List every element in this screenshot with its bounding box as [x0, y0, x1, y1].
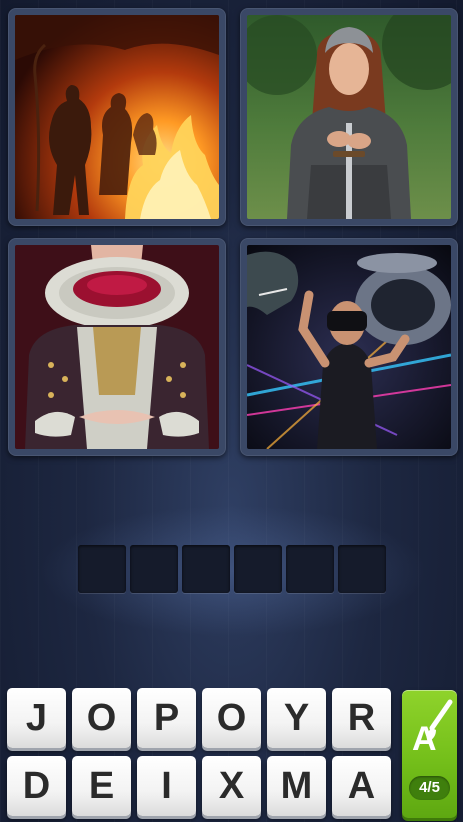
answer-slot[interactable] [78, 545, 126, 593]
answer-slot[interactable] [182, 545, 230, 593]
letter-tile[interactable]: E [72, 756, 131, 816]
letter-tile[interactable]: X [202, 756, 261, 816]
answer-slot[interactable] [338, 545, 386, 593]
letter-row-2: D E I X M A [7, 756, 391, 816]
letter-tile[interactable]: I [137, 756, 196, 816]
letter-tile[interactable]: M [267, 756, 326, 816]
letter-tile[interactable]: A [332, 756, 391, 816]
letter-tile[interactable]: D [7, 756, 66, 816]
photo-grid [8, 8, 458, 456]
photo-tile-2[interactable] [240, 8, 458, 226]
letter-tile[interactable]: P [137, 688, 196, 748]
letter-tile[interactable]: O [202, 688, 261, 748]
letter-row-1: J O P O Y R [7, 688, 391, 748]
brush-icon: A [412, 699, 453, 758]
cavemen-fire-photo [15, 15, 219, 219]
letter-tile[interactable]: J [7, 688, 66, 748]
elizabethan-queen-photo [15, 245, 219, 449]
letter-keyboard: J O P O Y R D E I X M A [7, 688, 397, 820]
hint-counter: 4/5 [409, 776, 450, 800]
hint-button[interactable]: A 4/5 [402, 690, 457, 818]
photo-tile-1[interactable] [8, 8, 226, 226]
photo-tile-4[interactable] [240, 238, 458, 456]
answer-slots [38, 505, 428, 637]
letter-tile[interactable]: Y [267, 688, 326, 748]
answer-slot[interactable] [234, 545, 282, 593]
letter-tile[interactable]: O [72, 688, 131, 748]
chainmail-warrior-photo [247, 15, 451, 219]
photo-tile-3[interactable] [8, 238, 226, 456]
answer-slot[interactable] [286, 545, 334, 593]
letter-tile[interactable]: R [332, 688, 391, 748]
answer-slot[interactable] [130, 545, 178, 593]
vr-headset-photo [247, 245, 451, 449]
